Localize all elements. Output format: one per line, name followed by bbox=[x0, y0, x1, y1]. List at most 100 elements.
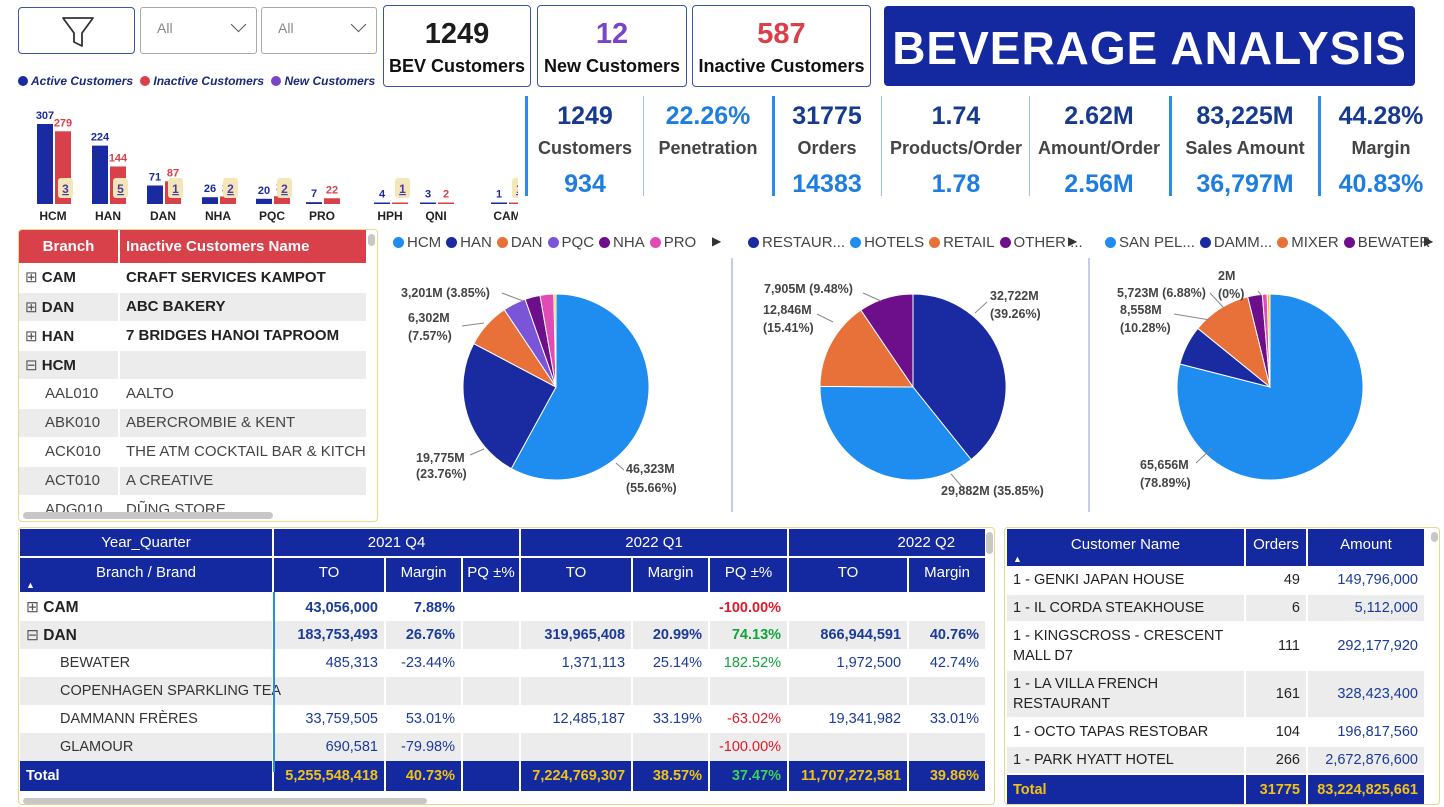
legend-item[interactable]: DAMM... bbox=[1214, 234, 1272, 251]
legend-item[interactable]: PQC bbox=[562, 234, 595, 251]
matrix-scrollbar-h[interactable] bbox=[23, 798, 427, 804]
legend-item[interactable]: RESTAUR... bbox=[762, 234, 845, 251]
type-dropdown[interactable]: All bbox=[261, 7, 377, 54]
collapse-icon[interactable]: ⊟ bbox=[25, 357, 42, 374]
table-row[interactable]: ABK010 ABERCROMBIE & KENT bbox=[19, 408, 366, 438]
matrix-row[interactable]: COPENHAGEN SPARKLING TEA bbox=[20, 677, 988, 705]
metric-label: Amount/Order bbox=[1037, 138, 1160, 158]
x-tick-HPH: HPH bbox=[377, 209, 402, 223]
legend-item[interactable]: HOTELS bbox=[864, 234, 924, 251]
bar-active-DAN[interactable] bbox=[147, 185, 163, 204]
matrix-row[interactable]: ⊟ DAN 183,753,493 26.76% 319,965,408 20.99% 7… bbox=[20, 621, 988, 649]
new-customers-label: 5 bbox=[117, 182, 124, 196]
bar-label: 224 bbox=[91, 132, 110, 144]
metric-value-2: 14383 bbox=[792, 170, 862, 198]
col-margin[interactable]: Margin bbox=[908, 557, 988, 594]
table-row[interactable]: ACT010 A CREATIVE bbox=[19, 466, 366, 496]
col-amount[interactable]: Amount bbox=[1307, 529, 1426, 566]
row-header-top[interactable]: Year_Quarter bbox=[20, 529, 274, 558]
branch-dropdown[interactable]: All bbox=[140, 7, 257, 54]
new-customers-label: 1 bbox=[516, 182, 518, 196]
customer-row[interactable]: 1 - IL CORDA STEAKHOUSE 6 5,112,000 bbox=[1007, 594, 1426, 623]
metric-label: Penetration bbox=[658, 138, 758, 158]
sort-up-icon[interactable]: ▲ bbox=[26, 580, 35, 590]
col-to[interactable]: TO bbox=[520, 557, 634, 594]
brand-pie-chart: 65,656M (78.89%) 5,723M (6.88%) 8,558M (10.2… bbox=[1117, 269, 1364, 490]
customer-row[interactable]: 1 - PARK HYATT HOTEL 266 2,672,876,600 bbox=[1007, 746, 1426, 775]
customer-row[interactable]: 1 - LA VILLA FRENCH RESTAURANT 161 328,423… bbox=[1007, 670, 1426, 719]
bar-active-PQC[interactable] bbox=[256, 198, 272, 204]
customer-scrollbar-v[interactable] bbox=[1431, 532, 1438, 542]
table-row[interactable]: ⊞ CAM CRAFT SERVICES KAMPOT bbox=[19, 263, 366, 293]
bar-active-NHA[interactable] bbox=[202, 197, 218, 204]
matrix-row[interactable]: DAMMANN FRÈRES 33,759,505 53.01% 12,485,187… bbox=[20, 705, 988, 733]
expand-icon[interactable]: ⊞ bbox=[25, 269, 42, 286]
channel-pie-chart: 32,722M (39.26%) 29,882M (35.85%) 12,846M (1… bbox=[763, 282, 1044, 498]
table-scrollbar-v[interactable] bbox=[368, 234, 375, 246]
table-scrollbar-h[interactable] bbox=[23, 512, 273, 519]
table-row[interactable]: AAL010 AALTO bbox=[19, 379, 366, 409]
row-header[interactable]: Branch / Brand ▲ bbox=[20, 557, 274, 594]
table-row[interactable]: ⊞ DAN ABC BAKERY bbox=[19, 292, 366, 322]
table-row[interactable]: ⊞ HAN 7 BRIDGES HANOI TAPROOM bbox=[19, 321, 366, 351]
col-to[interactable]: TO bbox=[788, 557, 910, 594]
col-margin[interactable]: Margin bbox=[632, 557, 711, 594]
table-row[interactable]: ⊟ HCM bbox=[19, 350, 366, 380]
matrix-row[interactable]: GLAMOUR 690,581 -79.98% -100.00% bbox=[20, 733, 988, 761]
col-customer-name[interactable]: Customer Name ▲ bbox=[1007, 529, 1246, 566]
bar-active-PRO[interactable] bbox=[306, 202, 322, 204]
bar-active-HPH[interactable] bbox=[374, 202, 390, 205]
matrix-row[interactable]: BEWATER 485,313 -23.44% 1,371,113 25.14% 182.… bbox=[20, 649, 988, 677]
pie3-more-arrow-icon[interactable]: ▶ bbox=[1424, 234, 1433, 248]
bar-inactive-QNI[interactable] bbox=[438, 202, 454, 205]
bar-active-HCM[interactable] bbox=[37, 124, 53, 204]
expand-icon[interactable]: ⊞ bbox=[25, 299, 42, 316]
sort-up-icon[interactable]: ▲ bbox=[1013, 554, 1022, 564]
expand-icon[interactable]: ⊞ bbox=[26, 599, 43, 616]
quarter-header[interactable]: 2021 Q4 bbox=[273, 529, 522, 558]
col-to[interactable]: TO bbox=[273, 557, 386, 594]
table-row[interactable]: ACK010 THE ATM COCKTAIL BAR & KITCHEN bbox=[19, 437, 366, 467]
bar-inactive-PRO[interactable] bbox=[324, 198, 340, 204]
bar-inactive-HPH[interactable] bbox=[392, 202, 408, 205]
bar-label: 144 bbox=[109, 152, 128, 164]
bar-active-CAM[interactable] bbox=[491, 202, 507, 205]
matrix-scrollbar-v[interactable] bbox=[986, 532, 993, 554]
expand-icon[interactable]: ⊞ bbox=[25, 328, 42, 345]
legend-item[interactable]: SAN PEL... bbox=[1119, 234, 1195, 251]
pie2-more-arrow-icon[interactable]: ▶ bbox=[1068, 234, 1077, 248]
col-pq[interactable]: PQ ±% bbox=[462, 557, 522, 594]
bar-active-QNI[interactable] bbox=[420, 202, 436, 205]
metric-amount-order: 2.62M Amount/Order 2.56M bbox=[1032, 96, 1166, 198]
matrix-cell: 1,371,113 bbox=[520, 649, 634, 677]
legend-item[interactable]: MIXER bbox=[1291, 234, 1339, 251]
col-inactive-name[interactable]: Inactive Customers Name bbox=[119, 230, 366, 263]
legend-item[interactable]: HAN bbox=[460, 234, 492, 251]
customer-row[interactable]: 1 - KINGSCROSS - CRESCENT MALL D7 111 292,… bbox=[1007, 622, 1426, 671]
legend-item[interactable]: DAN bbox=[511, 234, 543, 251]
bar-active-HAN[interactable] bbox=[92, 145, 108, 204]
quarter-header[interactable]: 2022 Q2 bbox=[788, 529, 988, 558]
new-customers-label: 2 bbox=[281, 182, 288, 196]
bar-inactive-CAM[interactable] bbox=[509, 202, 518, 205]
bar-label: 22 bbox=[326, 184, 338, 196]
col-orders[interactable]: Orders bbox=[1245, 529, 1308, 566]
pie1-more-arrow-icon[interactable]: ▶ bbox=[712, 234, 721, 248]
legend-item[interactable]: NHA bbox=[613, 234, 645, 251]
filter-button[interactable] bbox=[18, 7, 135, 54]
customer-row[interactable]: 1 - OCTO TAPAS RESTOBAR 104 196,817,560 bbox=[1007, 718, 1426, 747]
col-margin[interactable]: Margin bbox=[385, 557, 463, 594]
collapse-icon[interactable]: ⊟ bbox=[26, 627, 43, 644]
pie-data-label: 46,323M bbox=[626, 462, 675, 476]
col-pq[interactable]: PQ ±% bbox=[709, 557, 790, 594]
branch-pie-chart: 46,323M (55.66%) 19,775M (23.76%) 6,302M (7.5… bbox=[401, 286, 677, 495]
matrix-row[interactable]: ⊞ CAM 43,056,000 7.88% -100.00% bbox=[20, 593, 988, 621]
legend-item[interactable]: BEWATER bbox=[1358, 234, 1431, 251]
metric-divider bbox=[881, 96, 882, 196]
col-branch[interactable]: Branch bbox=[19, 230, 120, 263]
quarter-header[interactable]: 2022 Q1 bbox=[520, 529, 790, 558]
customer-row[interactable]: 1 - GENKI JAPAN HOUSE 49 149,796,000 bbox=[1007, 566, 1426, 595]
legend-item[interactable]: HCM bbox=[407, 234, 441, 251]
legend-item[interactable]: RETAIL bbox=[943, 234, 994, 251]
legend-item[interactable]: PRO bbox=[664, 234, 697, 251]
